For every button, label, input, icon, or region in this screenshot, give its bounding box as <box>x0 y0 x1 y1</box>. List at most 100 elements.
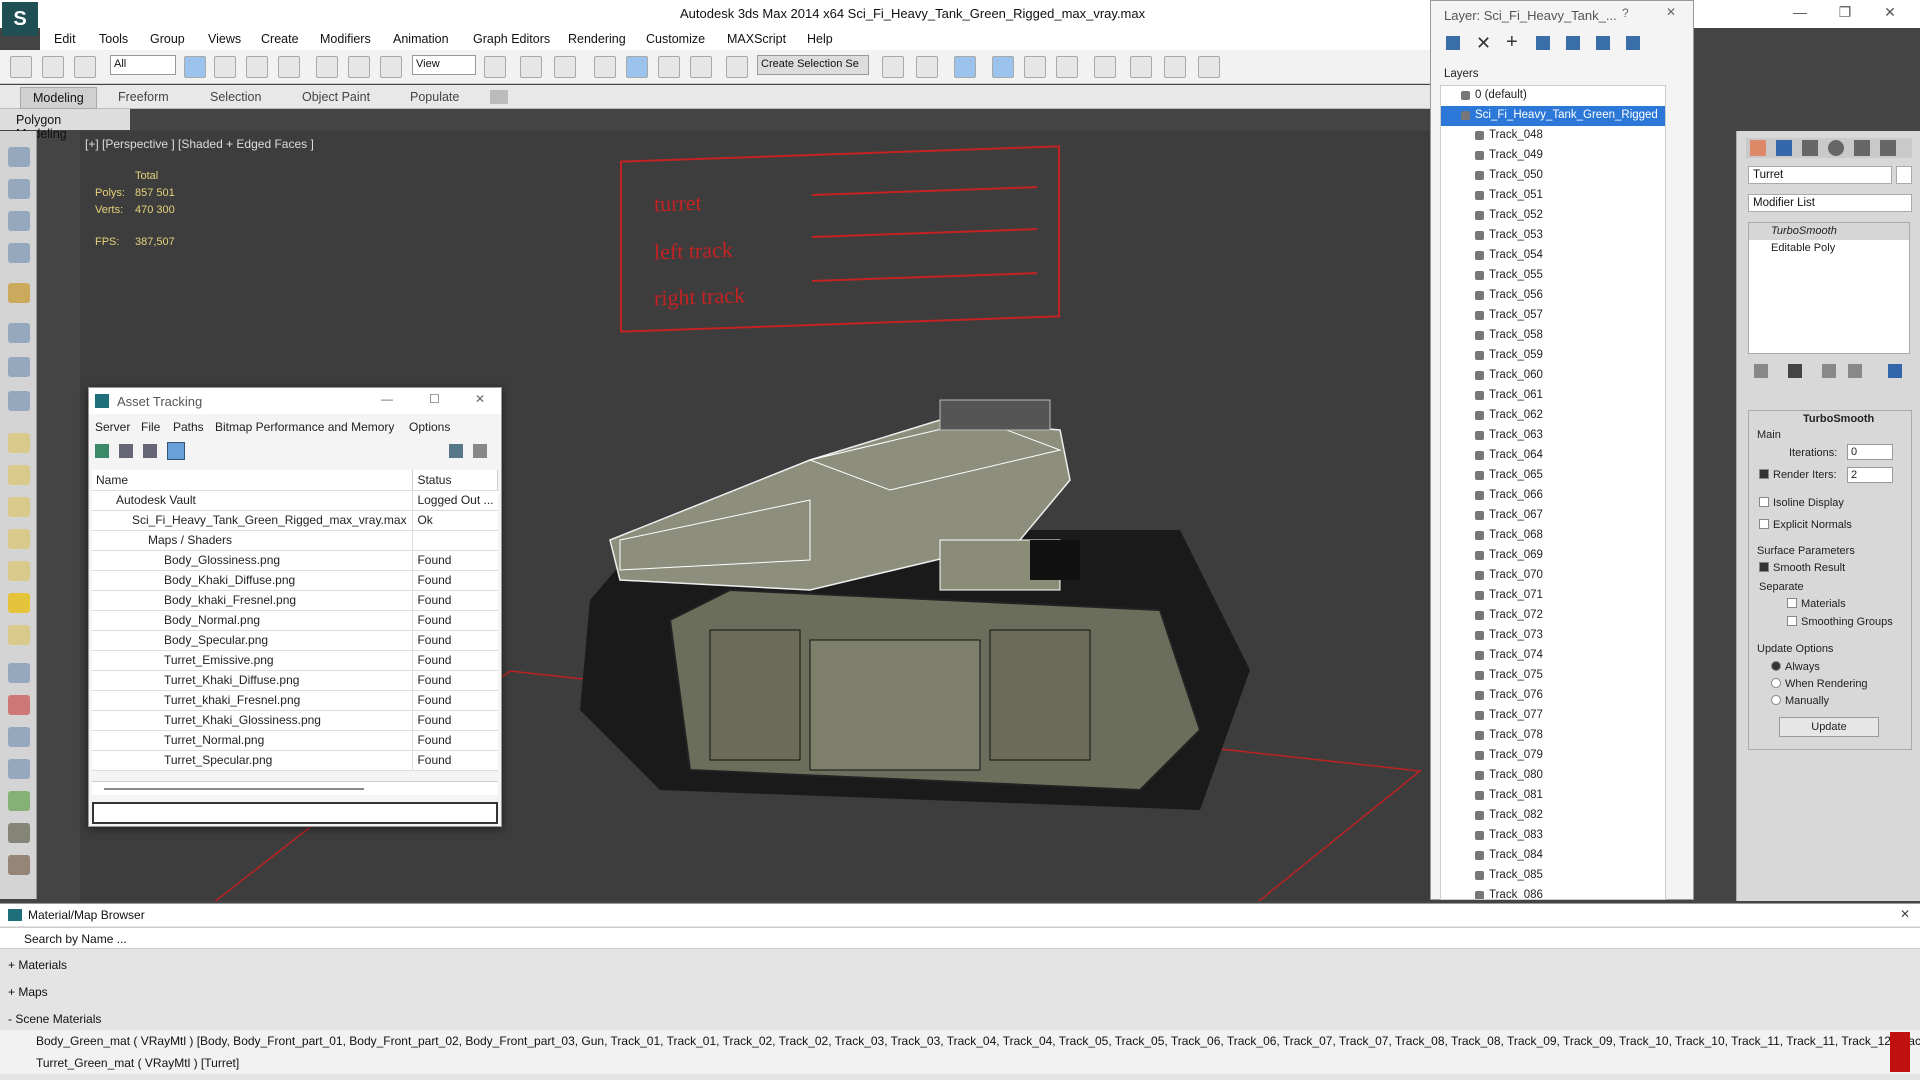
rotate-icon[interactable] <box>348 56 370 78</box>
menu-graph-editors[interactable]: Graph Editors <box>473 32 550 46</box>
material-editor-icon[interactable] <box>1094 56 1116 78</box>
window-crossing-icon[interactable] <box>278 56 300 78</box>
col-name[interactable]: Name <box>92 470 414 491</box>
layer-item[interactable]: Track_069 <box>1441 546 1665 566</box>
tool-icon-17[interactable] <box>8 695 30 715</box>
select-by-name-icon[interactable] <box>214 56 236 78</box>
tab-populate[interactable]: Populate <box>410 90 459 104</box>
settings-icon[interactable] <box>473 444 487 458</box>
layer-item[interactable]: Track_048 <box>1441 126 1665 146</box>
layer-item[interactable]: Track_063 <box>1441 426 1665 446</box>
materials-group[interactable]: + Materials <box>0 954 1920 976</box>
maximize-icon[interactable]: ❐ <box>1825 4 1865 24</box>
asset-menu-options[interactable]: Options <box>409 420 450 434</box>
object-name-field[interactable]: Turret <box>1748 166 1892 184</box>
percent-snap-icon[interactable] <box>658 56 680 78</box>
asset-menu-bitmap[interactable]: Bitmap Performance and Memory <box>215 420 394 434</box>
render-setup-icon[interactable] <box>1130 56 1152 78</box>
scale-icon[interactable] <box>380 56 402 78</box>
layer-item[interactable]: Track_056 <box>1441 286 1665 306</box>
tool-icon-22[interactable] <box>8 855 30 875</box>
table-row[interactable]: Turret_khaki_Fresnel.png Found <box>92 690 498 711</box>
detail-view-icon[interactable] <box>143 444 157 458</box>
menu-create[interactable]: Create <box>261 32 299 46</box>
table-row[interactable]: Turret_Khaki_Diffuse.png Found <box>92 670 498 691</box>
layer-item[interactable]: Track_070 <box>1441 566 1665 586</box>
layer-item[interactable]: Track_084 <box>1441 846 1665 866</box>
tool-icon-7[interactable] <box>8 357 30 377</box>
layer-item[interactable]: Track_083 <box>1441 826 1665 846</box>
utilities-tab-icon[interactable] <box>1880 140 1896 156</box>
layer-item[interactable]: Track_068 <box>1441 526 1665 546</box>
ribbon-options-icon[interactable] <box>490 90 508 104</box>
hierarchy-tab-icon[interactable] <box>1802 140 1818 156</box>
layer-item[interactable]: Track_077 <box>1441 706 1665 726</box>
layer-item[interactable]: Track_078 <box>1441 726 1665 746</box>
layer-item[interactable]: 0 (default) <box>1441 86 1665 106</box>
delete-layer-icon[interactable]: ✕ <box>1476 33 1491 54</box>
unlink-icon[interactable] <box>42 56 64 78</box>
update-button[interactable]: Update <box>1779 717 1879 737</box>
col-status[interactable]: Status <box>412 470 498 491</box>
layer-item[interactable]: Track_049 <box>1441 146 1665 166</box>
table-row[interactable]: Turret_Normal.png Found <box>92 730 498 751</box>
render-iters-row[interactable]: Render Iters: <box>1759 469 1837 481</box>
object-color-swatch[interactable] <box>1896 166 1912 184</box>
layer-item[interactable]: Track_061 <box>1441 386 1665 406</box>
layer-item[interactable]: Track_075 <box>1441 666 1665 686</box>
menu-modifiers[interactable]: Modifiers <box>320 32 371 46</box>
render-production-icon[interactable] <box>1198 56 1220 78</box>
layer-item[interactable]: Track_058 <box>1441 326 1665 346</box>
layer-item[interactable]: Track_050 <box>1441 166 1665 186</box>
maps-group[interactable]: + Maps <box>0 981 1920 1003</box>
select-object-icon[interactable] <box>184 56 206 78</box>
configure-sets-icon[interactable] <box>1888 364 1902 378</box>
tool-icon-3[interactable] <box>8 211 30 231</box>
curve-editor-icon[interactable] <box>1024 56 1046 78</box>
isoline-checkbox[interactable]: Isoline Display <box>1759 497 1844 509</box>
asset-close-icon[interactable]: ✕ <box>475 392 485 406</box>
region-select-icon[interactable] <box>246 56 268 78</box>
layer-item[interactable]: Sci_Fi_Heavy_Tank_Green_Rigged <box>1441 106 1665 126</box>
display-tab-icon[interactable] <box>1854 140 1870 156</box>
refresh-icon[interactable] <box>95 444 109 458</box>
menu-maxscript[interactable]: MAXScript <box>727 32 786 46</box>
tab-modeling[interactable]: Modeling <box>20 87 97 109</box>
layer-item[interactable]: Track_060 <box>1441 366 1665 386</box>
layer-item[interactable]: Track_055 <box>1441 266 1665 286</box>
stack-item-turbosmooth[interactable]: TurboSmooth <box>1749 223 1909 240</box>
layer-item[interactable]: Track_064 <box>1441 446 1665 466</box>
menu-help[interactable]: Help <box>807 32 833 46</box>
rendered-frame-icon[interactable] <box>1164 56 1186 78</box>
tab-object-paint[interactable]: Object Paint <box>302 90 370 104</box>
layer-toolbar-icon-7[interactable] <box>1626 36 1640 50</box>
table-row[interactable]: Sci_Fi_Heavy_Tank_Green_Rigged_max_vray.… <box>92 510 498 531</box>
minimize-icon[interactable]: — <box>1780 4 1820 24</box>
keyboard-shortcut-icon[interactable] <box>554 56 576 78</box>
teapot-icon[interactable] <box>8 529 30 549</box>
make-unique-icon[interactable] <box>1822 364 1836 378</box>
pivot-icon[interactable] <box>484 56 506 78</box>
ribbon-panel-polygon-modeling[interactable]: Polygon Modeling <box>0 109 130 141</box>
layer-item[interactable]: Track_051 <box>1441 186 1665 206</box>
box-icon[interactable] <box>8 433 30 453</box>
table-row[interactable]: Turret_Khaki_Glossiness.png Found <box>92 710 498 731</box>
menu-tools[interactable]: Tools <box>99 32 128 46</box>
spinner-snap-icon[interactable] <box>690 56 712 78</box>
layer-item[interactable]: Track_082 <box>1441 806 1665 826</box>
when-rendering-radio[interactable]: When Rendering <box>1771 678 1868 690</box>
menu-edit[interactable]: Edit <box>54 32 76 46</box>
tool-icon-19[interactable] <box>8 759 30 779</box>
layer-item[interactable]: Track_074 <box>1441 646 1665 666</box>
table-row[interactable]: Turret_Specular.png Found <box>92 750 498 771</box>
scene-materials-group[interactable]: - Scene Materials <box>0 1008 1920 1030</box>
table-row[interactable]: Body_Glossiness.png Found <box>92 550 498 571</box>
material-search-input[interactable]: Search by Name ... <box>0 927 1920 949</box>
materials-checkbox[interactable]: Materials <box>1787 598 1846 610</box>
asset-menu-server[interactable]: Server <box>95 420 130 434</box>
layer-item[interactable]: Track_076 <box>1441 686 1665 706</box>
motion-tab-icon[interactable] <box>1828 140 1844 156</box>
sphere-icon[interactable] <box>8 465 30 485</box>
show-end-result-icon[interactable] <box>1788 364 1802 378</box>
menu-rendering[interactable]: Rendering <box>568 32 626 46</box>
